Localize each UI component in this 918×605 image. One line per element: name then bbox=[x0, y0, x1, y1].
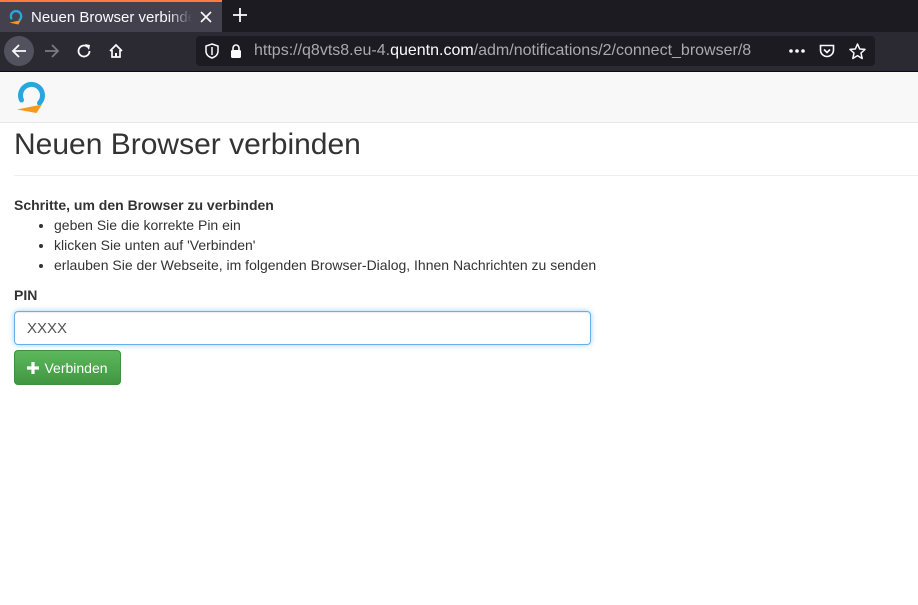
list-item: geben Sie die korrekte Pin ein bbox=[54, 215, 596, 235]
pocket-icon[interactable] bbox=[817, 41, 837, 61]
connect-button-label: Verbinden bbox=[44, 359, 108, 376]
page-title: Neuen Browser verbinden bbox=[14, 128, 361, 161]
connect-button[interactable]: Verbinden bbox=[14, 350, 121, 385]
pin-input[interactable] bbox=[14, 311, 591, 345]
more-icon[interactable] bbox=[787, 41, 807, 61]
url-text[interactable]: https://q8vts8.eu-4.quentn.com/adm/notif… bbox=[254, 42, 781, 60]
arrow-right-icon bbox=[45, 44, 60, 58]
home-icon bbox=[109, 43, 123, 58]
title-divider bbox=[14, 175, 918, 176]
list-item: klicken Sie unten auf 'Verbinden' bbox=[54, 235, 596, 255]
lock-icon[interactable] bbox=[228, 43, 244, 59]
pin-label: PIN bbox=[14, 287, 38, 303]
star-icon[interactable] bbox=[847, 41, 867, 61]
plus-icon bbox=[27, 361, 40, 374]
tab-strip: Neuen Browser verbinden bbox=[0, 0, 918, 32]
quentn-logo[interactable] bbox=[14, 80, 48, 114]
steps-list: geben Sie die korrekte Pin ein klicken S… bbox=[14, 215, 596, 275]
forward-button[interactable] bbox=[37, 36, 67, 66]
new-tab-button[interactable] bbox=[230, 5, 250, 25]
shield-icon[interactable] bbox=[204, 43, 220, 59]
url-bar[interactable]: https://q8vts8.eu-4.quentn.com/adm/notif… bbox=[196, 36, 875, 66]
browser-tab[interactable]: Neuen Browser verbinden bbox=[0, 0, 222, 32]
back-button[interactable] bbox=[4, 36, 34, 66]
site-header bbox=[0, 72, 918, 123]
reload-button[interactable] bbox=[69, 36, 99, 66]
steps-heading: Schritte, um den Browser zu verbinden bbox=[14, 197, 274, 213]
close-icon[interactable] bbox=[198, 9, 214, 25]
home-button[interactable] bbox=[101, 36, 131, 66]
quentn-logo-icon bbox=[8, 9, 24, 25]
url-domain: quentn.com bbox=[390, 42, 474, 59]
url-prefix: https://q8vts8.eu-4. bbox=[254, 42, 391, 59]
tab-title: Neuen Browser verbinden bbox=[31, 8, 192, 26]
navigation-toolbar: https://q8vts8.eu-4.quentn.com/adm/notif… bbox=[0, 32, 918, 72]
reload-icon bbox=[77, 44, 91, 58]
list-item: erlauben Sie der Webseite, im folgenden … bbox=[54, 255, 596, 275]
arrow-left-icon bbox=[11, 44, 26, 58]
url-path: /adm/notifications/2/connect_browser/8 bbox=[473, 42, 752, 59]
plus-icon bbox=[233, 8, 247, 22]
